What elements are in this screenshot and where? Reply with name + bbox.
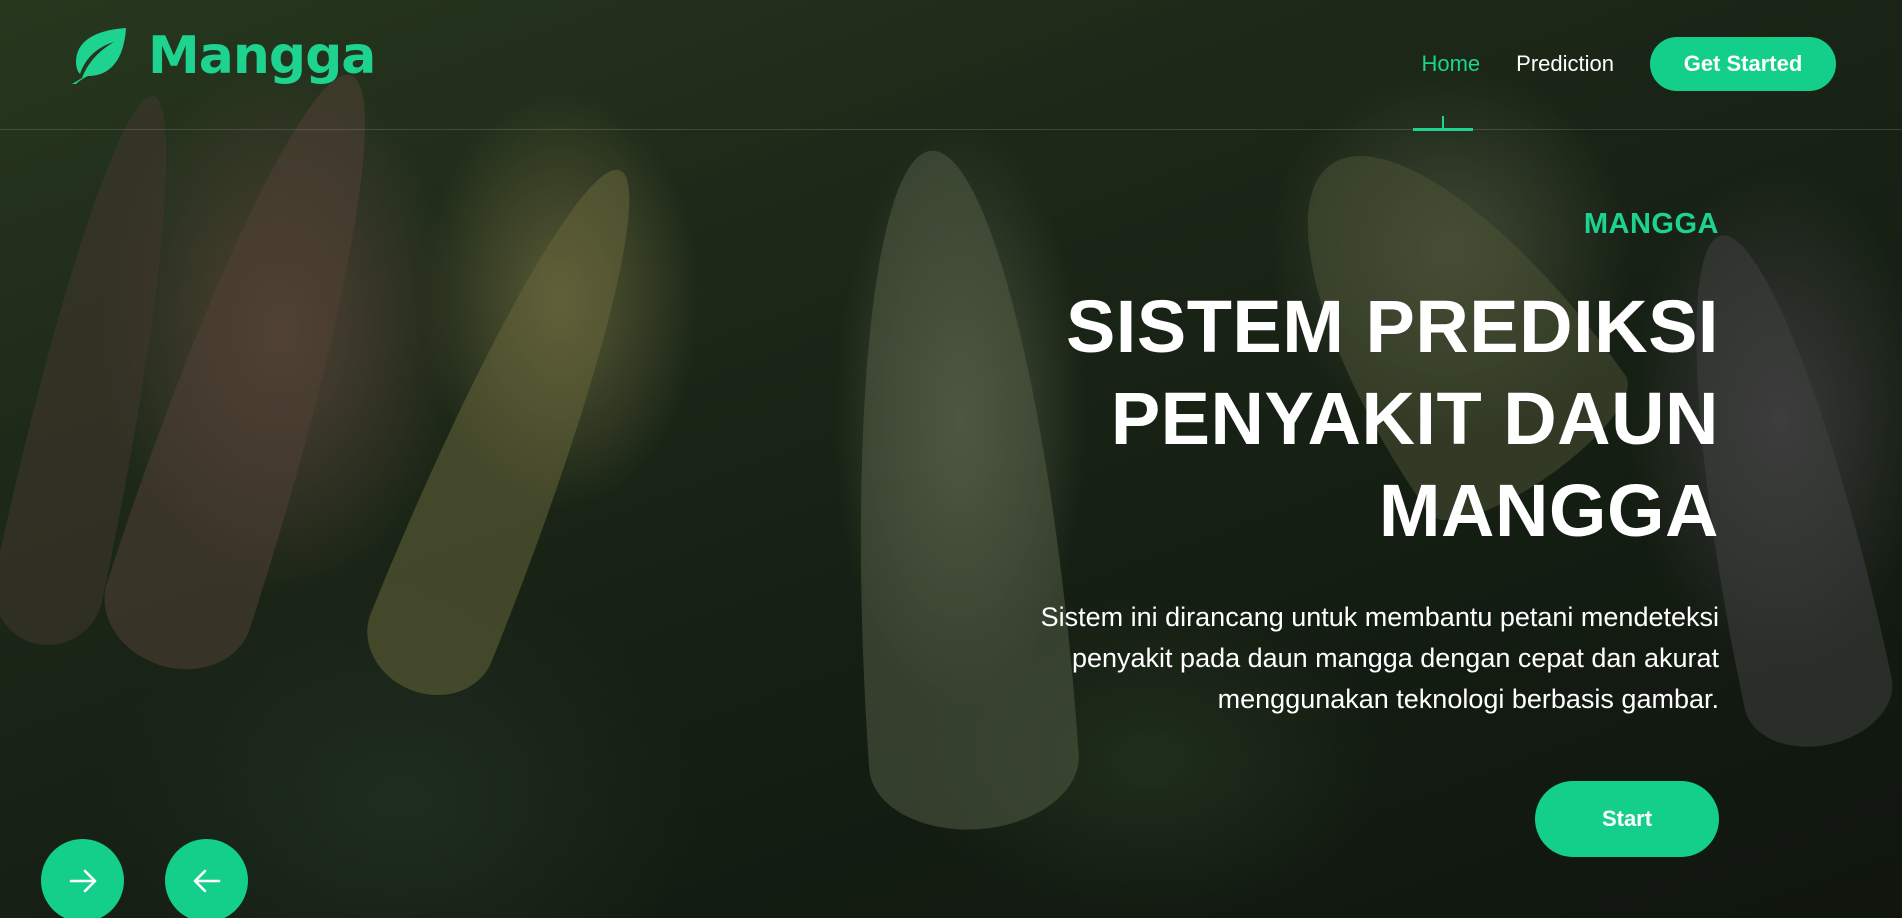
site-header: Mangga Home Prediction Get Started: [0, 0, 1902, 130]
hero-title-line: PENYAKIT DAUN: [1110, 377, 1719, 460]
hero-title-line: SISTEM PREDIKSI: [1065, 285, 1719, 368]
hero-title: SISTEM PREDIKSI PENYAKIT DAUN MANGGA: [819, 281, 1719, 557]
get-started-button[interactable]: Get Started: [1650, 37, 1836, 91]
nav-active-tick: [1442, 116, 1444, 128]
nav-item-home[interactable]: Home: [1421, 51, 1480, 77]
brand-name: Mangga: [148, 26, 376, 86]
hero-title-line: MANGGA: [1378, 469, 1719, 552]
hero-eyebrow: MANGGA: [1583, 208, 1719, 240]
start-button[interactable]: Start: [1535, 781, 1719, 857]
hero-section: Mangga Home Prediction Get Started MANGG…: [0, 0, 1902, 918]
arrow-right-icon: [69, 869, 96, 892]
leaf-icon: [72, 28, 126, 84]
main-nav: Home Prediction Get Started: [1421, 37, 1836, 91]
brand-logo-link[interactable]: Mangga: [66, 26, 376, 86]
arrow-left-icon: [193, 869, 220, 892]
hero-content: MANGGA SISTEM PREDIKSI PENYAKIT DAUN MAN…: [819, 208, 1719, 720]
carousel-prev-button[interactable]: [165, 839, 248, 918]
nav-item-prediction[interactable]: Prediction: [1516, 51, 1614, 77]
nav-active-underline: [1413, 128, 1473, 131]
hero-description: Sistem ini dirancang untuk membantu peta…: [1040, 602, 1719, 714]
carousel-next-button[interactable]: [41, 839, 124, 918]
